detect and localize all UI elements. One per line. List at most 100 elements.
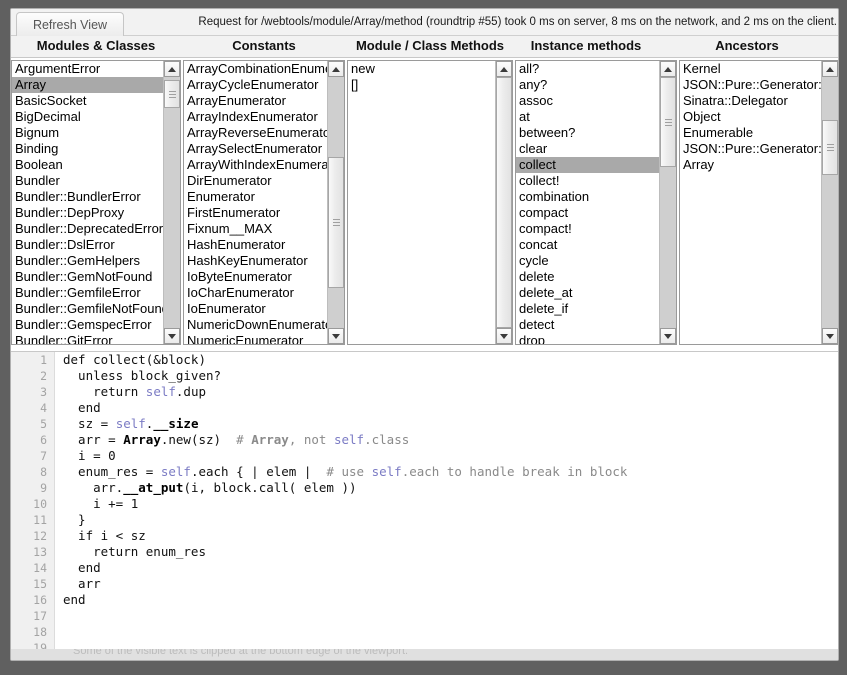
- list-item[interactable]: clear: [516, 141, 659, 157]
- scroll-down-icon[interactable]: [660, 328, 676, 344]
- code-line[interactable]: }: [63, 512, 838, 528]
- scroll-up-icon[interactable]: [164, 61, 180, 77]
- code-line[interactable]: end: [63, 560, 838, 576]
- list-item[interactable]: IoByteEnumerator: [184, 269, 327, 285]
- scrollbar-constants[interactable]: [327, 61, 344, 344]
- scrollbar-instance-methods[interactable]: [659, 61, 676, 344]
- list-panel-class-methods[interactable]: new[]: [347, 60, 513, 345]
- code-line[interactable]: return enum_res: [63, 544, 838, 560]
- code-line[interactable]: i += 1: [63, 496, 838, 512]
- list-item[interactable]: BigDecimal: [12, 109, 163, 125]
- list-ancestors[interactable]: Kernel JSON::Pure::Generator::C Sinatra::D…: [680, 61, 821, 344]
- list-item[interactable]: IoCharEnumerator: [184, 285, 327, 301]
- list-item[interactable]: delete_at: [516, 285, 659, 301]
- list-item[interactable]: HashKeyEnumerator: [184, 253, 327, 269]
- list-item[interactable]: ArraySelectEnumerator: [184, 141, 327, 157]
- code-line[interactable]: [63, 624, 838, 640]
- list-item[interactable]: Bundler::DepProxy: [12, 205, 163, 221]
- list-item[interactable]: Object: [680, 109, 821, 125]
- list-item[interactable]: collect!: [516, 173, 659, 189]
- list-item[interactable]: delete_if: [516, 301, 659, 317]
- code-line[interactable]: return self.dup: [63, 384, 838, 400]
- list-constants[interactable]: ArrayCombinationEnumeratorArrayCycleEnum…: [184, 61, 327, 344]
- list-class-methods[interactable]: new[]: [348, 61, 495, 344]
- list-item[interactable]: FirstEnumerator: [184, 205, 327, 221]
- list-item[interactable]: NumericDownEnumerator: [184, 317, 327, 333]
- list-item[interactable]: IoEnumerator: [184, 301, 327, 317]
- list-item[interactable]: JSON::Pure::Generator::G: [680, 141, 821, 157]
- list-item[interactable]: cycle: [516, 253, 659, 269]
- scroll-up-icon[interactable]: [822, 61, 838, 77]
- list-item[interactable]: compact!: [516, 221, 659, 237]
- scrollbar-track[interactable]: [164, 77, 180, 328]
- list-item[interactable]: combination: [516, 189, 659, 205]
- scrollbar-thumb[interactable]: [164, 80, 180, 108]
- refresh-view-button[interactable]: Refresh View: [16, 12, 124, 36]
- list-item[interactable]: Bundler::GemfileNotFound: [12, 301, 163, 317]
- list-item[interactable]: Sinatra::Delegator: [680, 93, 821, 109]
- list-item[interactable]: Boolean: [12, 157, 163, 173]
- list-item[interactable]: ArrayEnumerator: [184, 93, 327, 109]
- scrollbar-class-methods[interactable]: [495, 61, 512, 344]
- list-item[interactable]: Bundler::DeprecatedError: [12, 221, 163, 237]
- list-item[interactable]: HashEnumerator: [184, 237, 327, 253]
- scrollbar-ancestors[interactable]: [821, 61, 838, 344]
- list-item[interactable]: Array: [680, 157, 821, 173]
- list-item[interactable]: Bundler: [12, 173, 163, 189]
- code-line[interactable]: arr.__at_put(i, block.call( elem )): [63, 480, 838, 496]
- scroll-down-icon[interactable]: [328, 328, 344, 344]
- list-item[interactable]: ArrayCombinationEnumerator: [184, 61, 327, 77]
- scroll-up-icon[interactable]: [328, 61, 344, 77]
- scroll-down-icon[interactable]: [164, 328, 180, 344]
- code-line[interactable]: arr = Array.new(sz) # Array, not self.cl…: [63, 432, 838, 448]
- code-line[interactable]: unless block_given?: [63, 368, 838, 384]
- list-item[interactable]: drop: [516, 333, 659, 344]
- list-item[interactable]: Bundler::BundlerError: [12, 189, 163, 205]
- list-item[interactable]: ArrayWithIndexEnumerator: [184, 157, 327, 173]
- scroll-up-icon[interactable]: [496, 61, 512, 77]
- scroll-down-icon[interactable]: [822, 328, 838, 344]
- list-item[interactable]: ArrayIndexEnumerator: [184, 109, 327, 125]
- list-item[interactable]: Array: [12, 77, 163, 93]
- list-item[interactable]: DirEnumerator: [184, 173, 327, 189]
- list-item[interactable]: ArgumentError: [12, 61, 163, 77]
- scrollbar-thumb[interactable]: [660, 77, 676, 167]
- list-item[interactable]: Fixnum__MAX: [184, 221, 327, 237]
- list-instance-methods[interactable]: all? any? assoc at between? clear collect colle…: [516, 61, 659, 344]
- list-item[interactable]: Bundler::GitError: [12, 333, 163, 344]
- code-line[interactable]: enum_res = self.each { | elem | # use se…: [63, 464, 838, 480]
- list-item[interactable]: detect: [516, 317, 659, 333]
- list-panel-ancestors[interactable]: Kernel JSON::Pure::Generator::C Sinatra::D…: [679, 60, 838, 345]
- code-line[interactable]: [63, 608, 838, 624]
- list-item[interactable]: Binding: [12, 141, 163, 157]
- list-item[interactable]: between?: [516, 125, 659, 141]
- list-item[interactable]: Bundler::DslError: [12, 237, 163, 253]
- list-panel-instance-methods[interactable]: all? any? assoc at between? clear collect colle…: [515, 60, 677, 345]
- list-item[interactable]: Bundler::GemspecError: [12, 317, 163, 333]
- code-line[interactable]: if i < sz: [63, 528, 838, 544]
- list-item[interactable]: delete: [516, 269, 659, 285]
- code-line[interactable]: def collect(&block): [63, 352, 838, 368]
- list-item[interactable]: all?: [516, 61, 659, 77]
- list-item[interactable]: Enumerable: [680, 125, 821, 141]
- scrollbar-track[interactable]: [328, 77, 344, 328]
- code-editor[interactable]: def collect(&block) unless block_given? …: [63, 352, 838, 652]
- list-item[interactable]: Bundler::GemHelpers: [12, 253, 163, 269]
- list-item[interactable]: ArrayCycleEnumerator: [184, 77, 327, 93]
- list-item[interactable]: new: [348, 61, 495, 77]
- list-item[interactable]: collect: [516, 157, 659, 173]
- scrollbar-track[interactable]: [822, 77, 838, 328]
- list-panel-modules[interactable]: ArgumentError Array BasicSocket BigDecimal B…: [11, 60, 181, 345]
- list-item[interactable]: any?: [516, 77, 659, 93]
- scrollbar-thumb[interactable]: [496, 77, 512, 328]
- list-item[interactable]: ArrayReverseEnumerator: [184, 125, 327, 141]
- list-item[interactable]: Bignum: [12, 125, 163, 141]
- code-line[interactable]: sz = self.__size: [63, 416, 838, 432]
- scrollbar-modules[interactable]: [163, 61, 180, 344]
- code-line[interactable]: end: [63, 400, 838, 416]
- list-item[interactable]: assoc: [516, 93, 659, 109]
- list-item[interactable]: JSON::Pure::Generator::C: [680, 77, 821, 93]
- scrollbar-thumb[interactable]: [822, 120, 838, 175]
- source-code-pane[interactable]: 1 2 3 4 5 6 7 8 9 10 11 12 13 14 15 16 17 18 19 def collec…: [11, 351, 838, 652]
- list-item[interactable]: Bundler::GemNotFound: [12, 269, 163, 285]
